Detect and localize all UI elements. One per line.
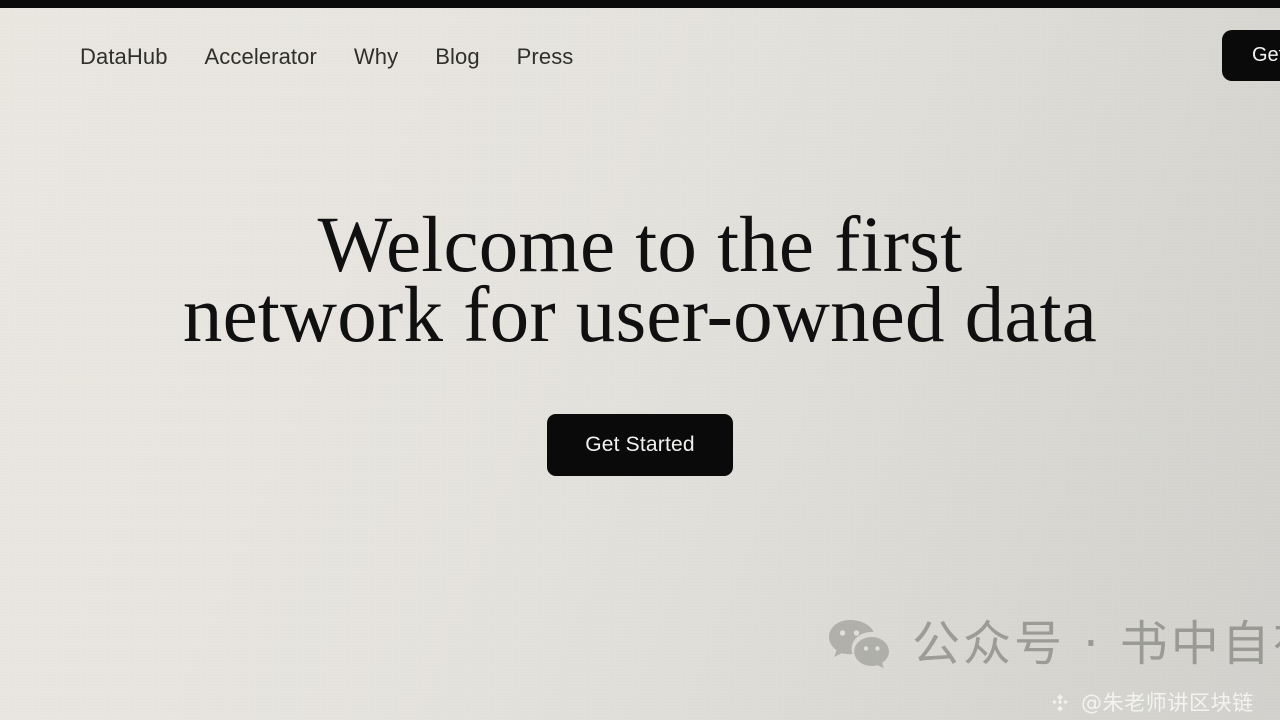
- page-surface: Welcome to the first network for user-ow…: [0, 8, 1280, 720]
- get-started-button[interactable]: Get Started: [547, 413, 733, 476]
- site-header: DataHub Accelerator Why Blog Press Get S…: [0, 8, 1280, 110]
- nav-item-why[interactable]: Why: [354, 42, 398, 72]
- nav-item-press[interactable]: Press: [517, 42, 574, 72]
- page-title-line-2: network for user-owned data: [182, 271, 1098, 359]
- nav-item-accelerator[interactable]: Accelerator: [205, 42, 317, 72]
- nav-item-blog[interactable]: Blog: [435, 42, 479, 72]
- hero-section: Welcome to the first network for user-ow…: [0, 8, 1280, 720]
- page-title: Welcome to the first network for user-ow…: [182, 201, 1098, 359]
- browser-top-bar: [0, 0, 1280, 8]
- page-title-line-1: Welcome to the first: [317, 201, 963, 289]
- nav-item-datahub[interactable]: DataHub: [80, 42, 168, 72]
- primary-navigation: DataHub Accelerator Why Blog Press: [80, 42, 573, 72]
- header-get-started-button[interactable]: Get Started: [1222, 30, 1280, 81]
